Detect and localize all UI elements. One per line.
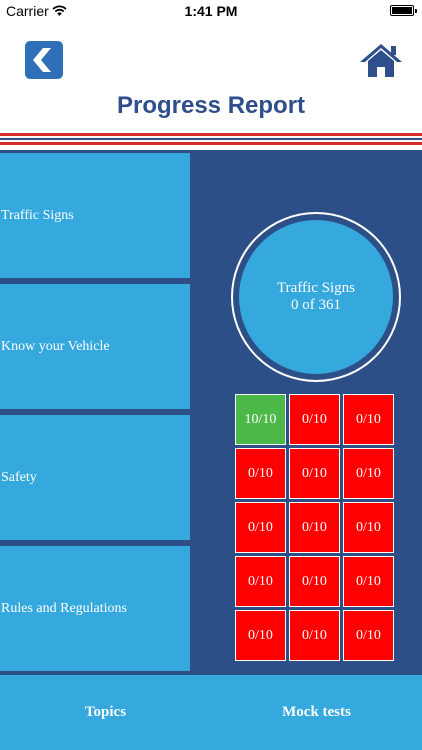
progress-topic-title: Traffic Signs <box>277 280 355 296</box>
header-divider <box>0 142 422 145</box>
topic-rules-and-regulations[interactable]: Rules and Regulations <box>0 546 190 671</box>
topic-traffic-signs[interactable]: Traffic Signs <box>0 153 190 278</box>
test-score-cell[interactable]: 0/10 <box>289 448 340 499</box>
topic-safety[interactable]: Safety <box>0 415 190 540</box>
header-divider <box>0 133 422 136</box>
tab-mock-tests[interactable]: Mock tests <box>211 675 422 750</box>
tab-label: Topics <box>84 704 127 720</box>
test-score-cell[interactable]: 0/10 <box>343 394 394 445</box>
test-score-cell[interactable]: 0/10 <box>343 448 394 499</box>
tab-bar: Topics Mock tests <box>0 675 422 750</box>
topic-label: Safety <box>1 469 37 485</box>
topic-know-your-vehicle[interactable]: Know your Vehicle <box>0 284 190 409</box>
status-bar: Carrier 1:41 PM <box>0 0 422 22</box>
test-score-cell[interactable]: 0/10 <box>289 610 340 661</box>
page-title: Progress Report <box>116 92 306 119</box>
test-score-cell[interactable]: 0/10 <box>235 610 286 661</box>
tab-label: Mock tests <box>282 704 351 720</box>
progress-circle-fill: Traffic Signs 0 of 361 <box>239 220 393 374</box>
progress-count: 0 of 361 <box>291 297 341 313</box>
test-score-cell[interactable]: 10/10 <box>235 394 286 445</box>
header-divider <box>0 138 422 140</box>
test-score-cell[interactable]: 0/10 <box>289 556 340 607</box>
home-icon <box>360 44 402 77</box>
test-score-cell[interactable]: 0/10 <box>235 556 286 607</box>
test-score-cell[interactable]: 0/10 <box>289 394 340 445</box>
topic-label: Rules and Regulations <box>1 600 127 616</box>
chevron-left-icon <box>33 48 51 72</box>
topic-progress-circle: Traffic Signs 0 of 361 <box>231 212 401 382</box>
test-score-cell[interactable]: 0/10 <box>343 502 394 553</box>
test-score-cell[interactable]: 0/10 <box>289 502 340 553</box>
back-button[interactable] <box>25 41 63 79</box>
test-score-cell[interactable]: 0/10 <box>343 556 394 607</box>
test-score-cell[interactable]: 0/10 <box>343 610 394 661</box>
topic-label: Know your Vehicle <box>1 338 110 354</box>
battery-level <box>392 7 412 14</box>
home-button[interactable] <box>358 42 404 78</box>
tab-topics[interactable]: Topics <box>0 675 211 750</box>
battery-icon <box>390 5 417 16</box>
topic-label: Traffic Signs <box>1 207 74 223</box>
test-score-cell[interactable]: 0/10 <box>235 448 286 499</box>
status-time: 1:41 PM <box>184 3 238 19</box>
test-score-cell[interactable]: 0/10 <box>235 502 286 553</box>
